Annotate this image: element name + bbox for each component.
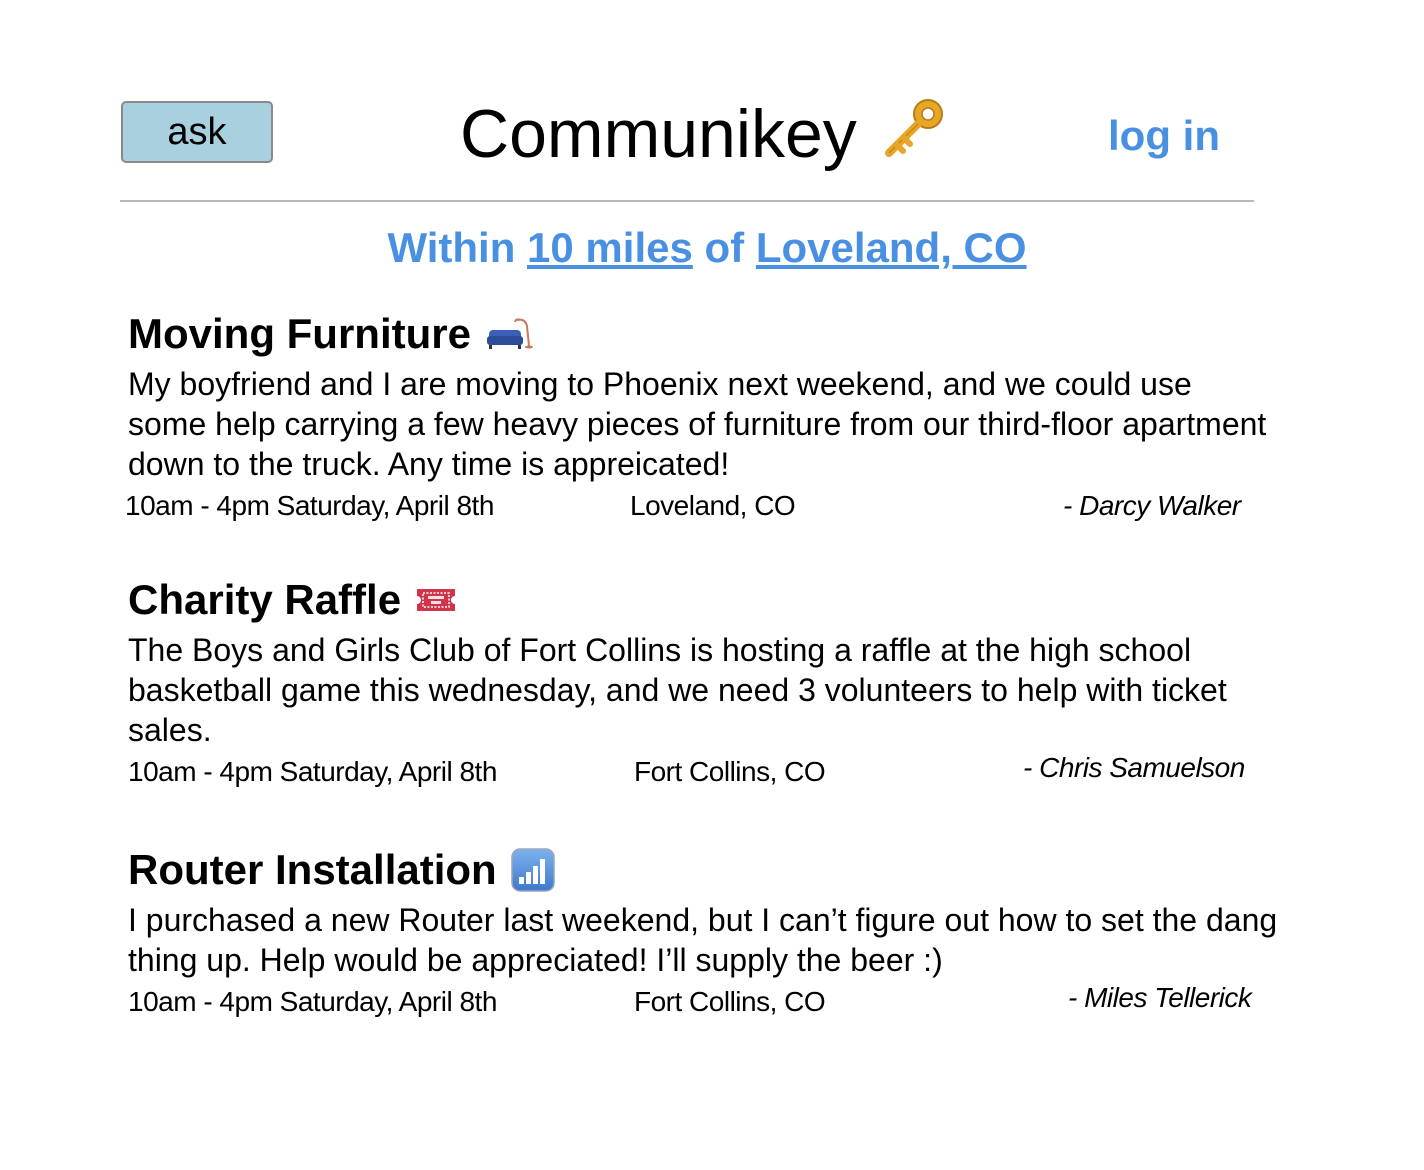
location-middle: of (692, 224, 756, 271)
post-meta: 10am - 4pm Saturday, April 8th Loveland,… (125, 490, 1298, 530)
key-icon (884, 99, 943, 157)
post-location: Fort Collins, CO (634, 756, 826, 787)
post-card[interactable]: Moving Furniture My boyfriend and I are … (125, 308, 1298, 530)
post-meta: 10am - 4pm Saturday, April 8th Fort Coll… (128, 982, 1298, 1026)
app-header: Communikey (460, 84, 947, 184)
post-title-row: Router Installation (128, 844, 1298, 896)
distance-link[interactable]: 10 miles (527, 224, 693, 271)
location-prefix: Within (387, 224, 528, 271)
ask-button[interactable]: ask (121, 101, 273, 163)
post-location: Fort Collins, CO (634, 986, 826, 1017)
post-body: My boyfriend and I are moving to Phoenix… (128, 366, 1267, 482)
post-time: 10am - 4pm Saturday, April 8th (125, 490, 494, 521)
page: ask Communikey log in Within 10 miles of… (0, 0, 1424, 1170)
post-title: Charity Raffle (128, 576, 402, 623)
couch-icon (486, 318, 533, 349)
post-author[interactable]: - Darcy Walker (1063, 490, 1241, 522)
app-title: Communikey (460, 96, 857, 172)
post-author[interactable]: - Chris Samuelson (1023, 752, 1245, 784)
post-time: 10am - 4pm Saturday, April 8th (128, 986, 497, 1017)
post-card[interactable]: Router Installation I purchased a new Ro… (128, 844, 1298, 1026)
post-time: 10am - 4pm Saturday, April 8th (128, 756, 497, 787)
post-author[interactable]: - Miles Tellerick (1068, 982, 1252, 1014)
location-filter: Within 10 miles of Loveland, CO (0, 224, 1414, 272)
post-meta: 10am - 4pm Saturday, April 8th Fort Coll… (128, 752, 1298, 796)
signal-bars-icon (510, 848, 555, 892)
post-location: Loveland, CO (630, 490, 796, 521)
post-title-row: Moving Furniture (128, 308, 1298, 360)
header-divider (120, 200, 1254, 202)
location-link[interactable]: Loveland, CO (756, 224, 1027, 271)
post-card[interactable]: Charity Raffle The Boys and Girls Club o… (128, 574, 1298, 796)
post-title: Moving Furniture (128, 310, 471, 357)
post-title-row: Charity Raffle (128, 574, 1298, 626)
post-body: The Boys and Girls Club of Fort Collins … (128, 632, 1227, 748)
post-title: Router Installation (128, 846, 497, 893)
login-link[interactable]: log in (1108, 112, 1220, 160)
post-body: I purchased a new Router last weekend, b… (128, 902, 1278, 978)
ticket-icon (417, 589, 456, 611)
